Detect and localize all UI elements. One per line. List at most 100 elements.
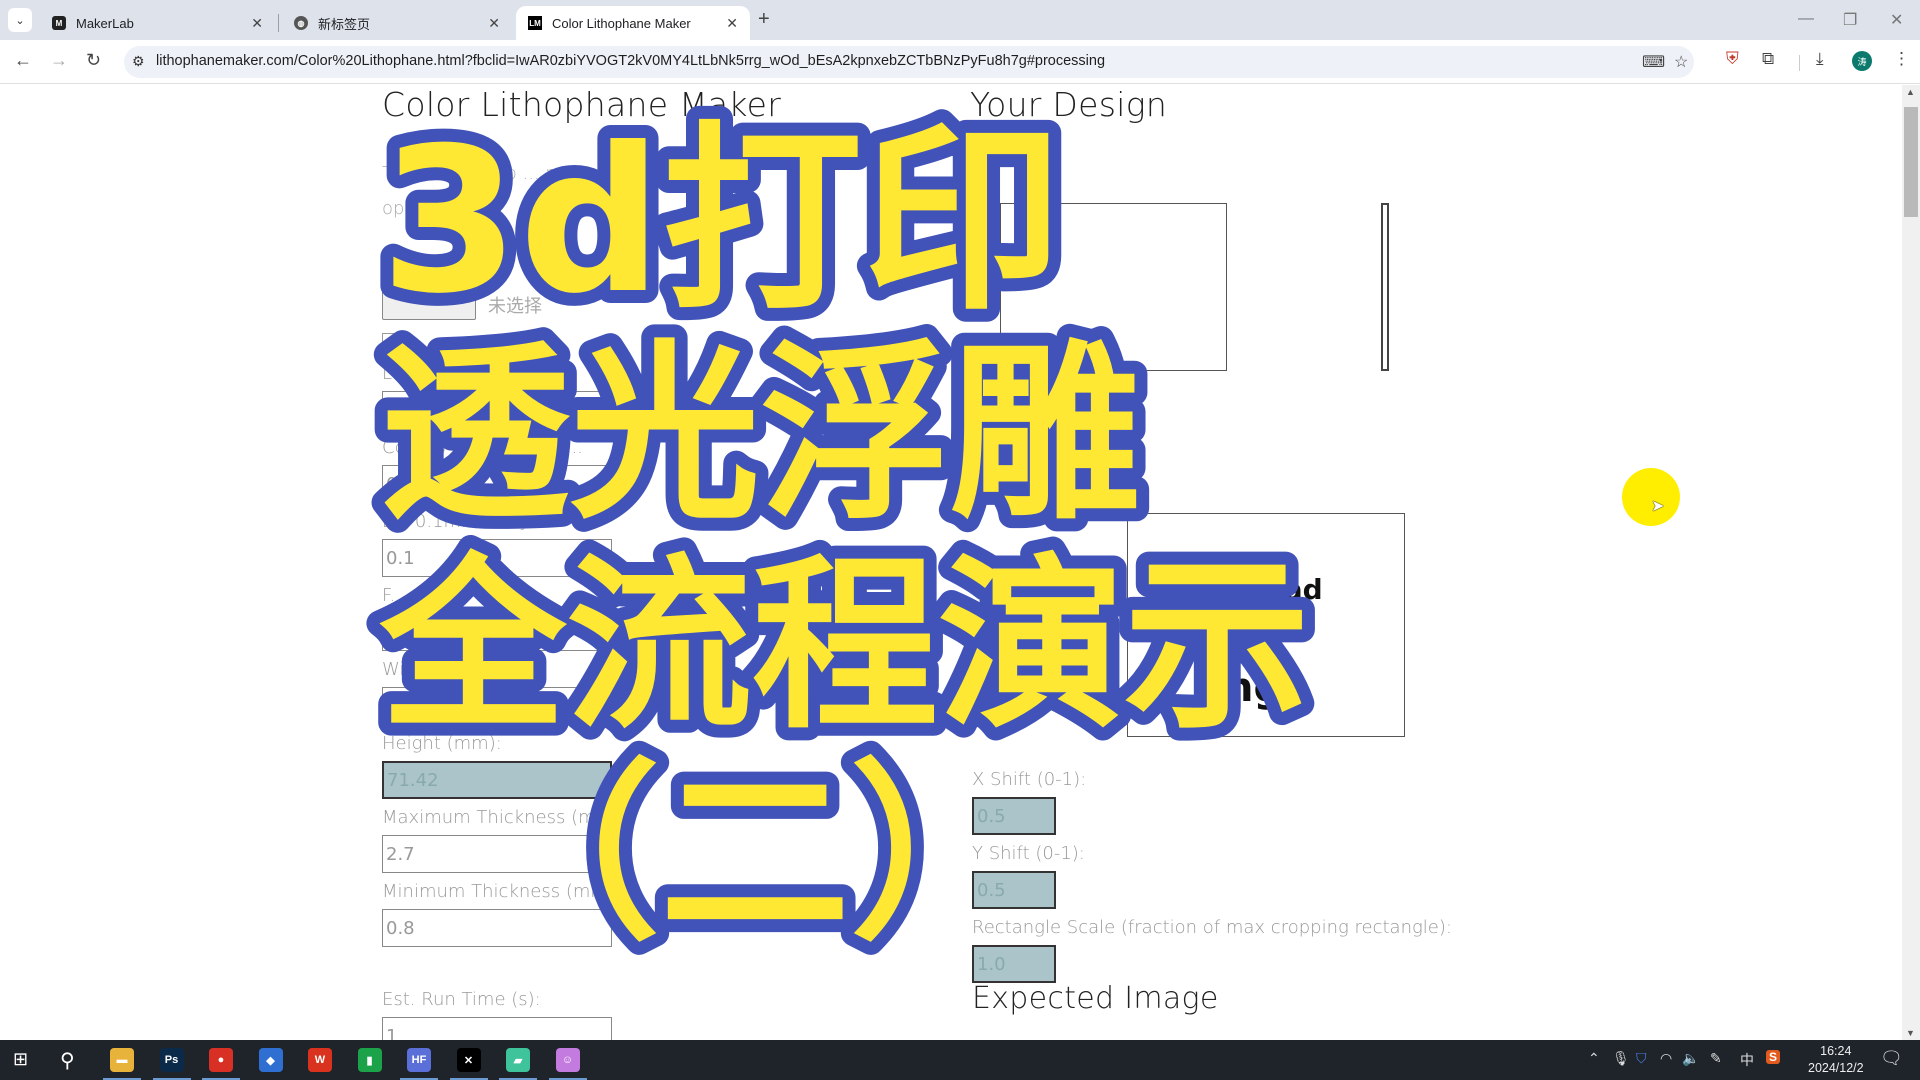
tray-expand-icon[interactable]: ⌃ xyxy=(1588,1050,1600,1067)
file-explorer-icon[interactable]: ▬ xyxy=(110,1048,134,1072)
rectangle-scale-label: Rectangle Scale (fraction of max croppin… xyxy=(972,917,1452,938)
choose-file-button[interactable] xyxy=(382,290,476,320)
rectangle-scale-input[interactable]: 1.0 xyxy=(972,945,1056,983)
tab-strip: ⌄ M MakerLab ✕ ◍ 新标签页 ✕ LM Color Lithoph… xyxy=(0,0,1920,40)
scroll-up-arrow-icon[interactable]: ▲ xyxy=(1906,87,1915,97)
profile-avatar[interactable]: 涛 xyxy=(1852,51,1872,71)
height-input[interactable]: 71.42 xyxy=(382,761,612,799)
notification-center-icon[interactable]: 🗨 xyxy=(1880,1048,1903,1069)
pen-icon[interactable]: ✎ xyxy=(1710,1050,1722,1067)
close-tab-icon[interactable]: ✕ xyxy=(726,15,738,32)
clock[interactable]: 16:24 2024/12/2 xyxy=(1808,1043,1864,1077)
notes-app-icon[interactable]: ▰ xyxy=(506,1048,530,1072)
field-label: L... 0.1mm ... d]: xyxy=(382,511,532,532)
globe-icon: ◍ xyxy=(294,16,308,30)
min-thickness-input[interactable]: 0.8 xyxy=(382,909,612,947)
security-shield-icon[interactable]: ⛉ xyxy=(1636,1050,1647,1067)
run-time-label: Est. Run Time (s): xyxy=(382,989,541,1010)
toolbar-separator xyxy=(1799,55,1800,71)
lithophane-field-input[interactable] xyxy=(382,391,612,429)
ime-indicator[interactable]: 中 xyxy=(1740,1050,1754,1070)
translate-icon[interactable]: ⌨ xyxy=(1642,52,1665,72)
wifi-icon[interactable]: ◠ xyxy=(1660,1050,1672,1067)
extensions-puzzle-icon[interactable]: ⧉ xyxy=(1762,49,1774,69)
chevron-down-icon: ⌄ xyxy=(15,14,25,27)
design-thin-canvas xyxy=(1381,203,1389,371)
extension-shield-icon[interactable]: ⛨ xyxy=(1726,49,1739,69)
x-shift-label: X Shift (0-1): xyxy=(972,769,1087,790)
tab-title: MakerLab xyxy=(76,15,134,31)
volume-icon[interactable]: 🔈 xyxy=(1682,1050,1699,1067)
x-shift-input[interactable]: 0.5 xyxy=(972,797,1056,835)
tab-search-button[interactable]: ⌄ xyxy=(8,8,32,32)
field-label: Lit... m... xyxy=(382,363,462,384)
clock-time: 16:24 xyxy=(1820,1044,1852,1058)
reload-button[interactable]: ↻ xyxy=(86,50,101,71)
field-input[interactable] xyxy=(382,613,612,651)
tab-separator xyxy=(278,14,279,32)
windows-taskbar: ⊞ ⚲ ▬ Ps ● ◆ W ▮ HF ✕ ▰ ☺ ⌃ 🎙 ⛉ ◠ 🔈 ✎ 中 S 16:24 2… xyxy=(0,1040,1920,1080)
close-tab-icon[interactable]: ✕ xyxy=(251,15,263,32)
scroll-thumb[interactable] xyxy=(1904,107,1918,217)
capcut-icon[interactable]: ✕ xyxy=(456,1048,481,1072)
site-info-icon[interactable]: ⚙ xyxy=(132,53,145,70)
field-label: Height (mm): xyxy=(382,733,502,754)
intro-text-line-2: op... w... xyxy=(382,198,458,219)
search-icon[interactable]: ⚲ xyxy=(60,1048,75,1073)
restore-button[interactable]: ❐ xyxy=(1843,10,1857,30)
field-label: Maximum Thickness (mm): xyxy=(382,807,627,828)
tab-new-tab-page[interactable]: ◍ 新标签页 ✕ xyxy=(282,6,512,40)
chrome-icon[interactable]: ● xyxy=(209,1048,233,1072)
menu-kebab-icon[interactable]: ⋮ xyxy=(1893,49,1910,69)
field-label: Co... n) [2 ... e width... xyxy=(382,437,583,458)
lm-favicon-icon: LM xyxy=(528,16,542,30)
microphone-icon[interactable]: 🎙 xyxy=(1612,1050,1630,1067)
your-design-title: Your Design xyxy=(970,85,1168,124)
new-tab-button[interactable]: + xyxy=(758,8,770,31)
clock-date: 2024/12/2 xyxy=(1808,1061,1864,1075)
cube-app-icon[interactable]: ◆ xyxy=(258,1048,283,1072)
y-shift-label: Y Shift (0-1): xyxy=(972,843,1085,864)
max-thickness-input[interactable]: 2.7 xyxy=(382,835,612,873)
tab-color-lithophane-maker[interactable]: LM Color Lithophane Maker ✕ xyxy=(516,6,750,40)
y-shift-input[interactable]: 0.5 xyxy=(972,871,1056,909)
page-content: Color Lithophane Maker Your Design T... … xyxy=(0,85,1902,1040)
width-input[interactable]: 9... xyxy=(382,687,612,725)
color-layer-input[interactable]: 0.8 xyxy=(382,465,612,503)
tab-title: 新标签页 xyxy=(318,16,371,32)
download-partial-text: nload xyxy=(1235,573,1323,606)
spreadsheet-icon[interactable]: ▮ xyxy=(357,1048,382,1072)
field-label: Minimum Thickness (mm): xyxy=(382,881,622,902)
minimize-button[interactable]: — xyxy=(1798,10,1814,28)
upload-label: U... ad... xyxy=(382,257,458,278)
close-window-button[interactable]: ✕ xyxy=(1890,10,1903,30)
run-time-input[interactable]: 1 xyxy=(382,1017,612,1040)
page-title: Color Lithophane Maker xyxy=(382,85,782,124)
back-button[interactable]: ← xyxy=(14,50,32,71)
close-tab-icon[interactable]: ✕ xyxy=(488,15,500,32)
tab-makerlab[interactable]: M MakerLab ✕ xyxy=(40,6,275,40)
wps-icon[interactable]: W xyxy=(308,1048,332,1072)
url-text[interactable]: lithophanemaker.com/Color%20Lithophane.h… xyxy=(156,53,1105,69)
forward-button[interactable]: → xyxy=(50,50,68,71)
tab-title: Color Lithophane Maker xyxy=(552,15,691,31)
design-canvas[interactable] xyxy=(1000,203,1227,371)
layer-height-input[interactable]: 0.1 xyxy=(382,539,612,577)
scroll-down-arrow-icon[interactable]: ▼ xyxy=(1906,1028,1915,1038)
intro-text-line-1: T... picture into ... ne ... th... xyxy=(382,163,633,184)
field-label: F... xyxy=(382,585,407,606)
makerlab-icon: M xyxy=(52,16,66,30)
page-scrollbar[interactable]: ▲ ▼ xyxy=(1902,85,1920,1040)
address-bar[interactable]: ⚙ lithophanemaker.com/Color%20Lithophane… xyxy=(124,46,1694,78)
browser-toolbar: ← → ↻ ⚙ lithophanemaker.com/Color%20Lith… xyxy=(0,40,1920,84)
checkbox[interactable] xyxy=(382,333,394,343)
windows-start-icon[interactable]: ⊞ xyxy=(13,1049,28,1070)
download-icon[interactable]: ⤓ xyxy=(1816,49,1824,69)
processing-partial-text: ng xyxy=(1225,665,1283,711)
cat-app-icon[interactable]: ☺ xyxy=(555,1048,580,1072)
sogou-ime-icon[interactable]: S xyxy=(1766,1050,1781,1064)
bookmark-star-icon[interactable]: ☆ xyxy=(1674,52,1688,72)
photoshop-icon[interactable]: Ps xyxy=(159,1048,184,1072)
colorful-app-icon[interactable]: HF xyxy=(407,1048,431,1072)
field-label: Wid... xyxy=(382,659,433,680)
